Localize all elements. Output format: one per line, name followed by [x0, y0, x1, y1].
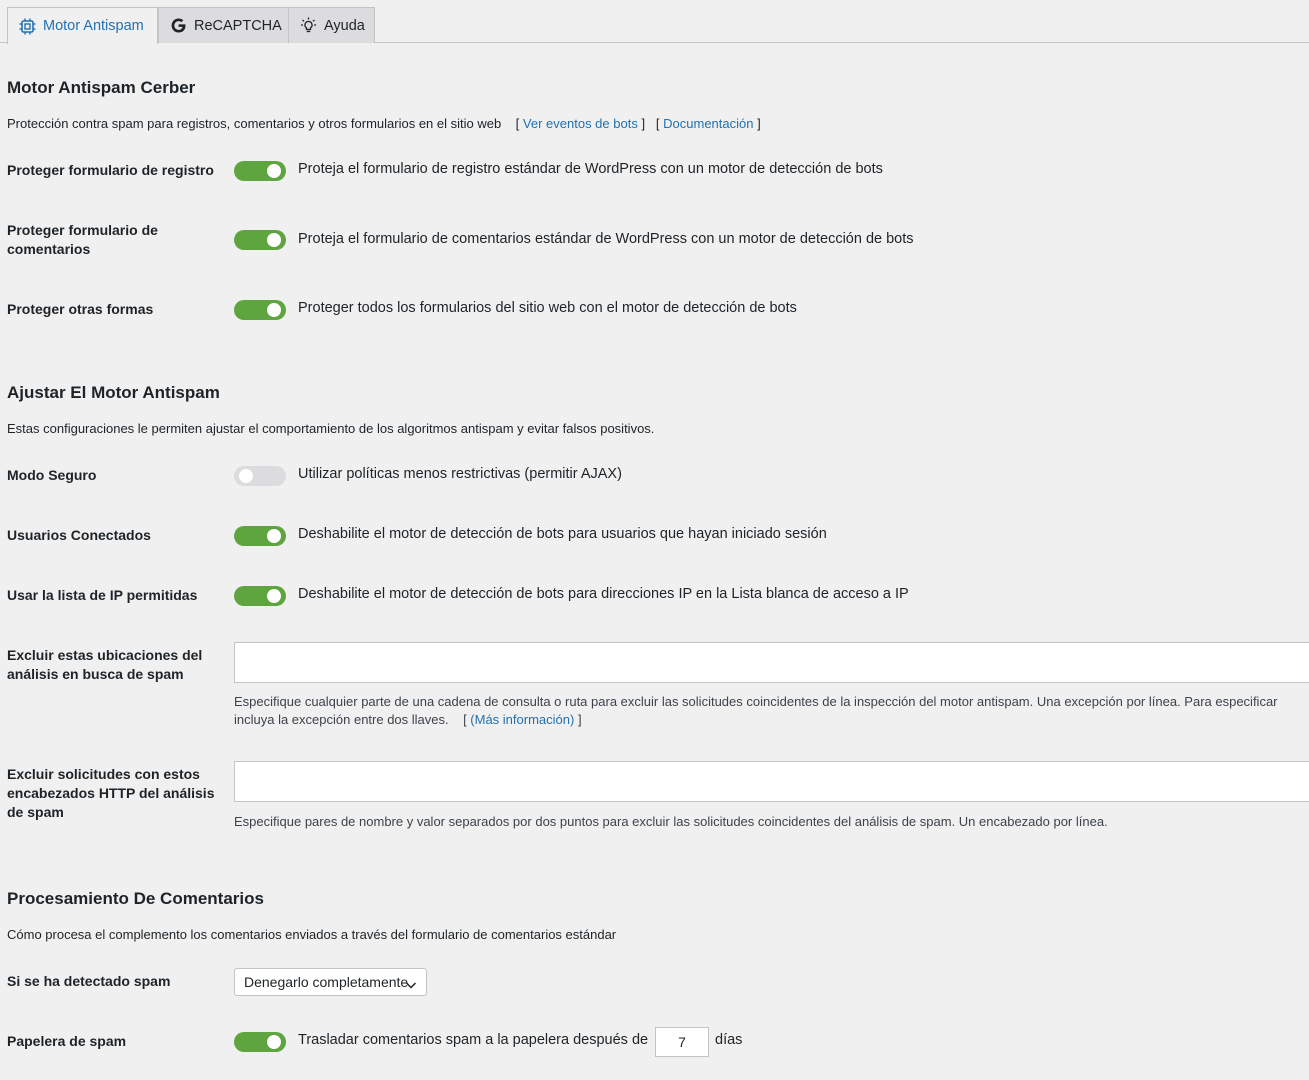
toggle-protect-comments[interactable]: [234, 230, 286, 250]
section-title-tune: Ajustar El Motor Antispam: [7, 383, 220, 402]
label-spam-detected: Si se ha detectado spam: [7, 973, 171, 989]
label-ip-whitelist: Usar la lista de IP permitidas: [7, 587, 198, 603]
label-protect-comments: Proteger formulario de comentarios: [7, 222, 158, 257]
label-logged-users: Usuarios Conectados: [7, 527, 151, 543]
lightbulb-icon: [300, 17, 317, 34]
spam-action-select[interactable]: Denegarlo completamente: [234, 968, 427, 996]
label-exclude-headers: Excluir solicitudes con estos encabezado…: [7, 766, 215, 820]
text-ip-whitelist: Deshabilite el motor de detección de bot…: [298, 586, 909, 602]
more-info-link[interactable]: (Más información): [470, 712, 574, 727]
chip-icon: [19, 18, 36, 35]
section-desc-comments: Cómo procesa el complemento los comentar…: [7, 927, 617, 942]
label-safe-mode: Modo Seguro: [7, 467, 97, 483]
section-title-comments: Procesamiento De Comentarios: [7, 889, 264, 908]
toggle-safe-mode[interactable]: [234, 466, 286, 486]
desc-text: Protección contra spam para registros, c…: [7, 116, 502, 131]
text-protect-other: Proteger todos los formularios del sitio…: [298, 300, 797, 316]
help-line-1: Especifique cualquier parte de una caden…: [234, 694, 1278, 709]
section-desc-antispam: Protección contra spam para registros, c…: [7, 116, 761, 131]
text-protect-comments: Proteja el formulario de comentarios est…: [298, 231, 914, 247]
tab-label: Motor Antispam: [43, 18, 144, 34]
text-logged-users: Deshabilite el motor de detección de bot…: [298, 526, 827, 542]
tab-recaptcha[interactable]: ReCAPTCHA: [158, 7, 289, 43]
spam-action-value: Denegarlo completamente: [244, 974, 409, 990]
trash-days-input[interactable]: 7: [655, 1027, 709, 1057]
tab-ayuda[interactable]: Ayuda: [288, 7, 375, 43]
toggle-logged-users[interactable]: [234, 526, 286, 546]
bot-events-link[interactable]: Ver eventos de bots: [523, 116, 638, 131]
documentation-link[interactable]: Documentación: [663, 116, 753, 131]
tab-label: Ayuda: [324, 17, 365, 34]
text-spam-trash: Trasladar comentarios spam a la papelera…: [298, 1032, 649, 1048]
tab-bar: Motor Antispam ReCAPTCHA Ayuda: [0, 0, 1309, 44]
tab-label: ReCAPTCHA: [194, 17, 282, 34]
toggle-protect-other[interactable]: [234, 300, 286, 320]
text-protect-registration: Proteja el formulario de registro estánd…: [298, 161, 883, 177]
exclude-headers-textarea[interactable]: [234, 761, 1309, 802]
text-safe-mode: Utilizar políticas menos restrictivas (p…: [298, 466, 622, 482]
section-desc-tune: Estas configuraciones le permiten ajusta…: [7, 421, 655, 436]
help-exclude-headers: Especifique pares de nombre y valor sepa…: [234, 814, 1108, 829]
tab-motor-antispam[interactable]: Motor Antispam: [7, 7, 158, 44]
toggle-protect-registration[interactable]: [234, 161, 286, 181]
help-line-2: incluya la excepción entre dos llaves.: [234, 712, 449, 727]
text-days: días: [715, 1032, 743, 1048]
exclude-locations-textarea[interactable]: [234, 642, 1309, 683]
label-protect-other: Proteger otras formas: [7, 301, 154, 317]
chevron-down-icon: [405, 977, 417, 993]
section-title-antispam: Motor Antispam Cerber: [7, 78, 196, 97]
google-icon: [170, 17, 187, 34]
help-exclude-locations: Especifique cualquier parte de una caden…: [234, 694, 1278, 727]
label-exclude-locations: Excluir estas ubicaciones del análisis e…: [7, 647, 203, 682]
label-protect-registration: Proteger formulario de registro: [7, 162, 214, 178]
label-spam-trash: Papelera de spam: [7, 1033, 127, 1049]
toggle-spam-trash[interactable]: [234, 1032, 286, 1052]
toggle-ip-whitelist[interactable]: [234, 586, 286, 606]
